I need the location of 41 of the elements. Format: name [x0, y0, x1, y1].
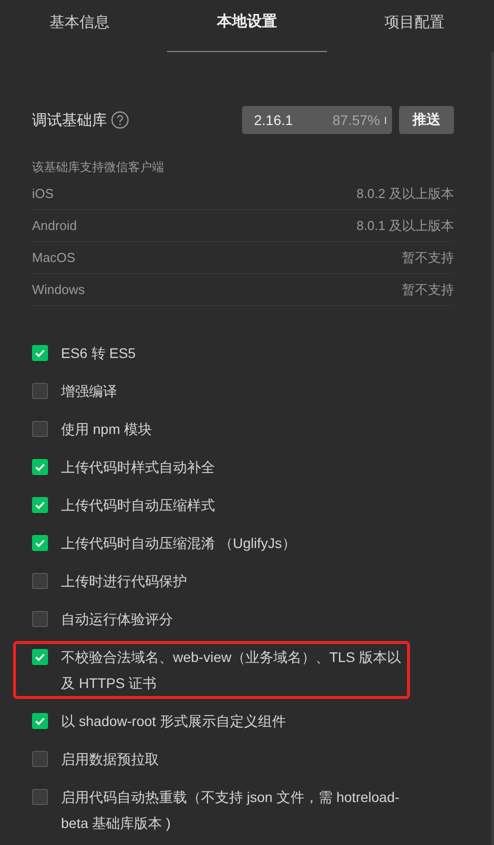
option-label: 启用数据预拉取	[61, 750, 159, 769]
version-requirement: 8.0.1 及以上版本	[356, 216, 454, 234]
section-caption: 该基础库支持微信客户端	[32, 159, 165, 176]
scroll-mark-icon	[385, 116, 386, 124]
checkbox[interactable]	[32, 649, 48, 665]
push-button[interactable]: 推送	[399, 106, 454, 134]
platform-name: iOS	[32, 186, 54, 201]
tab[interactable]: 项目配置	[334, 0, 494, 52]
help-icon[interactable]	[111, 111, 129, 129]
platform-name: Windows	[32, 282, 85, 297]
platform-name: MacOS	[32, 250, 76, 265]
checkbox[interactable]	[32, 789, 48, 805]
platform-name: Android	[32, 218, 77, 233]
option-label: 不校验合法域名、web-view（业务域名）、TLS 版本以及 HTTPS 证书	[61, 648, 402, 693]
checkbox[interactable]	[32, 497, 48, 513]
checkbox[interactable]	[32, 611, 48, 627]
option-label: 上传代码时自动压缩样式	[61, 496, 215, 515]
option-label: 启用代码自动热重载（不支持 json 文件，需 hotreload-beta 基础库版本 )	[61, 788, 400, 833]
version-requirement: 8.0.2 及以上版本	[356, 184, 454, 202]
checkbox[interactable]	[32, 421, 48, 437]
option-label: 上传时进行代码保护	[61, 572, 187, 591]
setting-label: 调试基础库	[32, 110, 107, 130]
option-label: 使用 npm 模块	[61, 420, 152, 439]
version-select[interactable]: 2.16.1 87.57%	[242, 106, 392, 134]
checkbox[interactable]	[32, 459, 48, 475]
checkbox[interactable]	[32, 573, 48, 589]
option-label: 自动运行体验评分	[61, 610, 173, 629]
tab[interactable]: 本地设置	[167, 0, 327, 52]
option-label: 增强编译	[61, 382, 117, 401]
option-label: 以 shadow-root 形式展示自定义组件	[61, 712, 286, 731]
checkbox[interactable]	[32, 713, 48, 729]
checkbox[interactable]	[32, 535, 48, 551]
option-label: 上传代码时样式自动补全	[61, 458, 215, 477]
checkbox[interactable]	[32, 383, 48, 399]
tab[interactable]: 基本信息	[0, 0, 160, 52]
option-label: 上传代码时自动压缩混淆 （UglifyJs）	[61, 534, 296, 553]
version-requirement: 暂不支持	[402, 248, 454, 266]
option-label: ES6 转 ES5	[61, 344, 136, 363]
version-requirement: 暂不支持	[402, 280, 454, 298]
checkbox[interactable]	[32, 751, 48, 767]
checkbox[interactable]	[32, 345, 48, 361]
